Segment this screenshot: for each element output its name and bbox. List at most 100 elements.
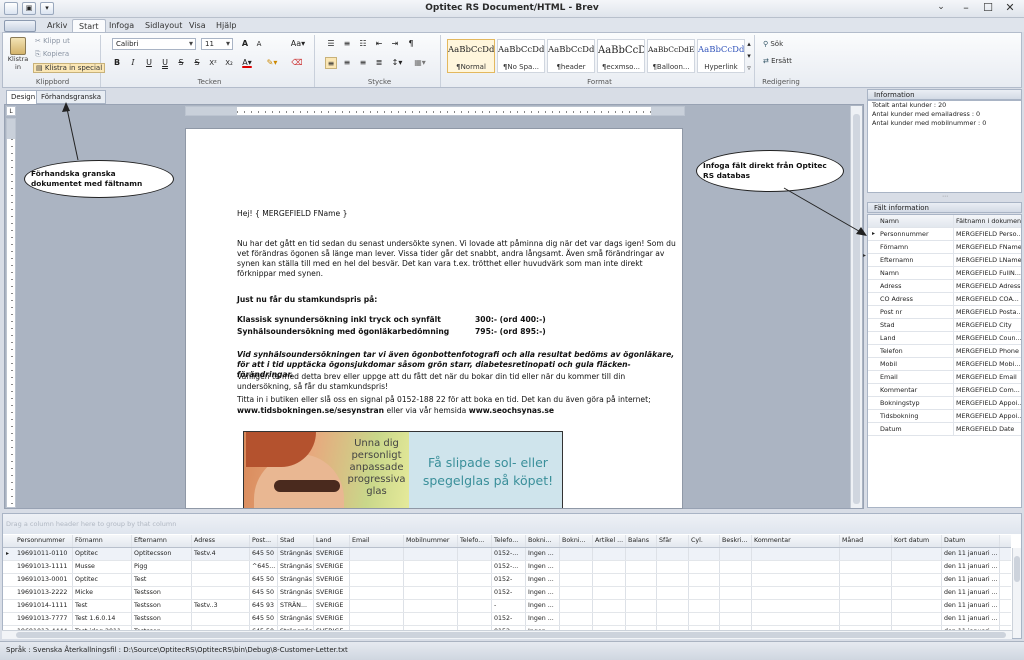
grid-row[interactable]: 19691013-1111 Musse Pigg ^645... Strängnäs SV… [3, 561, 1011, 574]
grid-column-header[interactable]: Cyl. [689, 535, 720, 547]
increase-indent-icon[interactable]: ⇥ [389, 38, 401, 50]
grid-scrollbar[interactable] [1012, 548, 1021, 638]
vertical-ruler[interactable] [6, 118, 16, 508]
maximize-button[interactable]: ☐ [977, 1, 999, 16]
copy-button[interactable]: ⎘ Kopiera [35, 50, 69, 59]
bold-icon[interactable]: B [111, 57, 123, 69]
booking-link[interactable]: www.tidsbokningen.se/sesynstran [237, 406, 384, 415]
field-row[interactable]: Post nr MERGEFIELD Posta... [868, 306, 1021, 319]
italic-icon[interactable]: I [127, 57, 139, 69]
strikethrough-icon[interactable]: S [175, 57, 187, 69]
grid-column-header[interactable]: Sfär [657, 535, 689, 547]
styles-scroll-down-icon[interactable]: ▾ [745, 51, 753, 63]
group-by-area[interactable]: Drag a column header here to group by th… [3, 514, 1021, 534]
field-row[interactable]: Kommentar MERGEFIELD Com... [868, 384, 1021, 397]
search-button[interactable]: ⚲ Sök [763, 40, 783, 48]
editor-scrollbar[interactable] [850, 106, 862, 508]
font-color-icon[interactable]: A▾ [239, 57, 255, 69]
style-hyperlink[interactable]: AaBbCcDdEHyperlink [697, 39, 745, 73]
superscript-icon[interactable]: X² [207, 57, 219, 69]
field-row[interactable]: Telefon MERGEFIELD Phone [868, 345, 1021, 358]
field-row[interactable]: Namn MERGEFIELD FullN... [868, 267, 1021, 280]
style-normal[interactable]: AaBbCcDdI ¶Normal [447, 39, 495, 73]
grid-column-header[interactable]: Post... [250, 535, 278, 547]
grid-column-header[interactable]: Land [314, 535, 350, 547]
underline-icon[interactable]: U [143, 57, 155, 69]
double-underline-icon[interactable]: U [159, 57, 171, 69]
justify-icon[interactable]: ≣ [373, 57, 385, 69]
field-row[interactable]: CO Adress MERGEFIELD COA... [868, 293, 1021, 306]
decrease-indent-icon[interactable]: ⇤ [373, 38, 385, 50]
grid-row[interactable]: ▸ 19691011-0110 Optitec Optitecsson Testv.4 6… [3, 548, 1011, 561]
document-page[interactable]: Hej! { MERGEFIELD FName } Nu har det gåt… [185, 128, 683, 509]
grid-column-header[interactable]: Efternamn [132, 535, 192, 547]
grid-column-header[interactable]: Telefo... [458, 535, 492, 547]
field-row[interactable]: Tidsbokning MERGEFIELD Appoi... [868, 410, 1021, 423]
field-row[interactable]: Efternamn MERGEFIELD LName [868, 254, 1021, 267]
grid-column-header[interactable]: Stad [278, 535, 314, 547]
splitter-grip-icon[interactable]: ⋯ [935, 194, 955, 200]
shrink-font-icon[interactable]: A [253, 38, 265, 50]
grid-row[interactable]: 19691013-7777 Test 1.6.0.14 Testsson 645 50… [3, 613, 1011, 626]
grid-column-header[interactable]: Datum [942, 535, 1000, 547]
grid-column-header[interactable]: Balans [626, 535, 657, 547]
scroll-thumb[interactable] [853, 114, 860, 504]
ribbon-collapse-icon[interactable]: ⌄ [930, 1, 952, 16]
align-right-icon[interactable]: ≡ [357, 57, 369, 69]
style-no-spacing[interactable]: AaBbCcDdE¶No Spa... [497, 39, 545, 73]
paste-special-button[interactable]: ▤ Klistra in special [33, 63, 106, 73]
field-row[interactable]: Land MERGEFIELD Coun... [868, 332, 1021, 345]
field-row[interactable]: Förnamn MERGEFIELD FName [868, 241, 1021, 254]
grid-column-header[interactable]: Bokni... [526, 535, 560, 547]
application-menu-button[interactable] [4, 20, 36, 32]
tab-start[interactable]: Start [72, 19, 106, 32]
grid-column-header[interactable]: Adress [192, 535, 250, 547]
double-strikethrough-icon[interactable]: S [191, 57, 203, 69]
highlight-icon[interactable]: ✎▾ [263, 57, 281, 69]
grid-column-header[interactable]: Telefo... [492, 535, 526, 547]
field-row[interactable]: Datum MERGEFIELD Date [868, 423, 1021, 436]
grid-row[interactable]: 19691014-1111 Test Testsson Testv..3 645 93 S… [3, 600, 1011, 613]
grid-column-header[interactable]: Förnamn [73, 535, 132, 547]
pilcrow-icon[interactable]: ¶ [405, 38, 417, 50]
font-size-select[interactable]: 11 [201, 38, 233, 50]
grid-column-header[interactable]: Personnummer [15, 535, 73, 547]
minimize-button[interactable]: – [955, 1, 977, 16]
field-row[interactable]: Adress MERGEFIELD Adress [868, 280, 1021, 293]
grid-column-header[interactable]: Email [350, 535, 404, 547]
bullet-list-icon[interactable]: ☰ [325, 38, 337, 50]
cut-button[interactable]: ✂ Klipp ut [35, 37, 70, 45]
grid-column-header[interactable]: Mobilnummer [404, 535, 458, 547]
change-case-icon[interactable]: Aa▾ [289, 38, 307, 50]
grid-scroll-thumb[interactable] [1014, 556, 1020, 582]
website-link[interactable]: www.seochsynas.se [469, 406, 554, 415]
numbered-list-icon[interactable]: ≡ [341, 38, 353, 50]
align-center-icon[interactable]: ≡ [341, 57, 353, 69]
subscript-icon[interactable]: X₂ [223, 57, 235, 69]
grid-column-header[interactable]: Bokni... [560, 535, 593, 547]
grid-column-header[interactable]: Månad [840, 535, 892, 547]
horizontal-ruler[interactable] [185, 106, 685, 116]
clear-formatting-icon[interactable]: ⌫ [291, 57, 303, 69]
field-row[interactable]: Stad MERGEFIELD City [868, 319, 1021, 332]
replace-button[interactable]: ⇄ Ersätt [763, 57, 792, 65]
grid-column-header[interactable]: Artikel ... [593, 535, 626, 547]
tab-infoga[interactable]: Infoga [103, 19, 140, 32]
tab-sidlayout[interactable]: Sidlayout [139, 19, 188, 32]
grid-row[interactable]: 19691013-0001 Optitec Test 645 50 Strängnäs S… [3, 574, 1011, 587]
tab-stop-selector[interactable]: L [6, 106, 16, 116]
style-header[interactable]: AaBbCcDdI ¶header [547, 39, 595, 73]
paste-button[interactable]: Klistra in [7, 37, 29, 75]
tab-hjalp[interactable]: Hjälp [210, 19, 242, 32]
field-row[interactable]: Mobil MERGEFIELD Mobi... [868, 358, 1021, 371]
field-row[interactable]: ▸ Personnummer MERGEFIELD Perso... [868, 228, 1021, 241]
align-left-icon[interactable]: ≡ [325, 57, 337, 69]
grid-column-header[interactable]: Kommentar [752, 535, 840, 547]
close-button[interactable]: ✕ [999, 1, 1021, 16]
grid-column-header[interactable]: Kort datum [892, 535, 942, 547]
grid-row[interactable]: 19691013-2222 Micke Testsson 645 50 Strängnä… [3, 587, 1011, 600]
styles-more-icon[interactable]: ▿ [745, 63, 753, 75]
shading-icon[interactable]: ▦▾ [411, 57, 429, 69]
styles-scroll-up-icon[interactable]: ▴ [745, 39, 753, 51]
multilevel-list-icon[interactable]: ☷ [357, 38, 369, 50]
